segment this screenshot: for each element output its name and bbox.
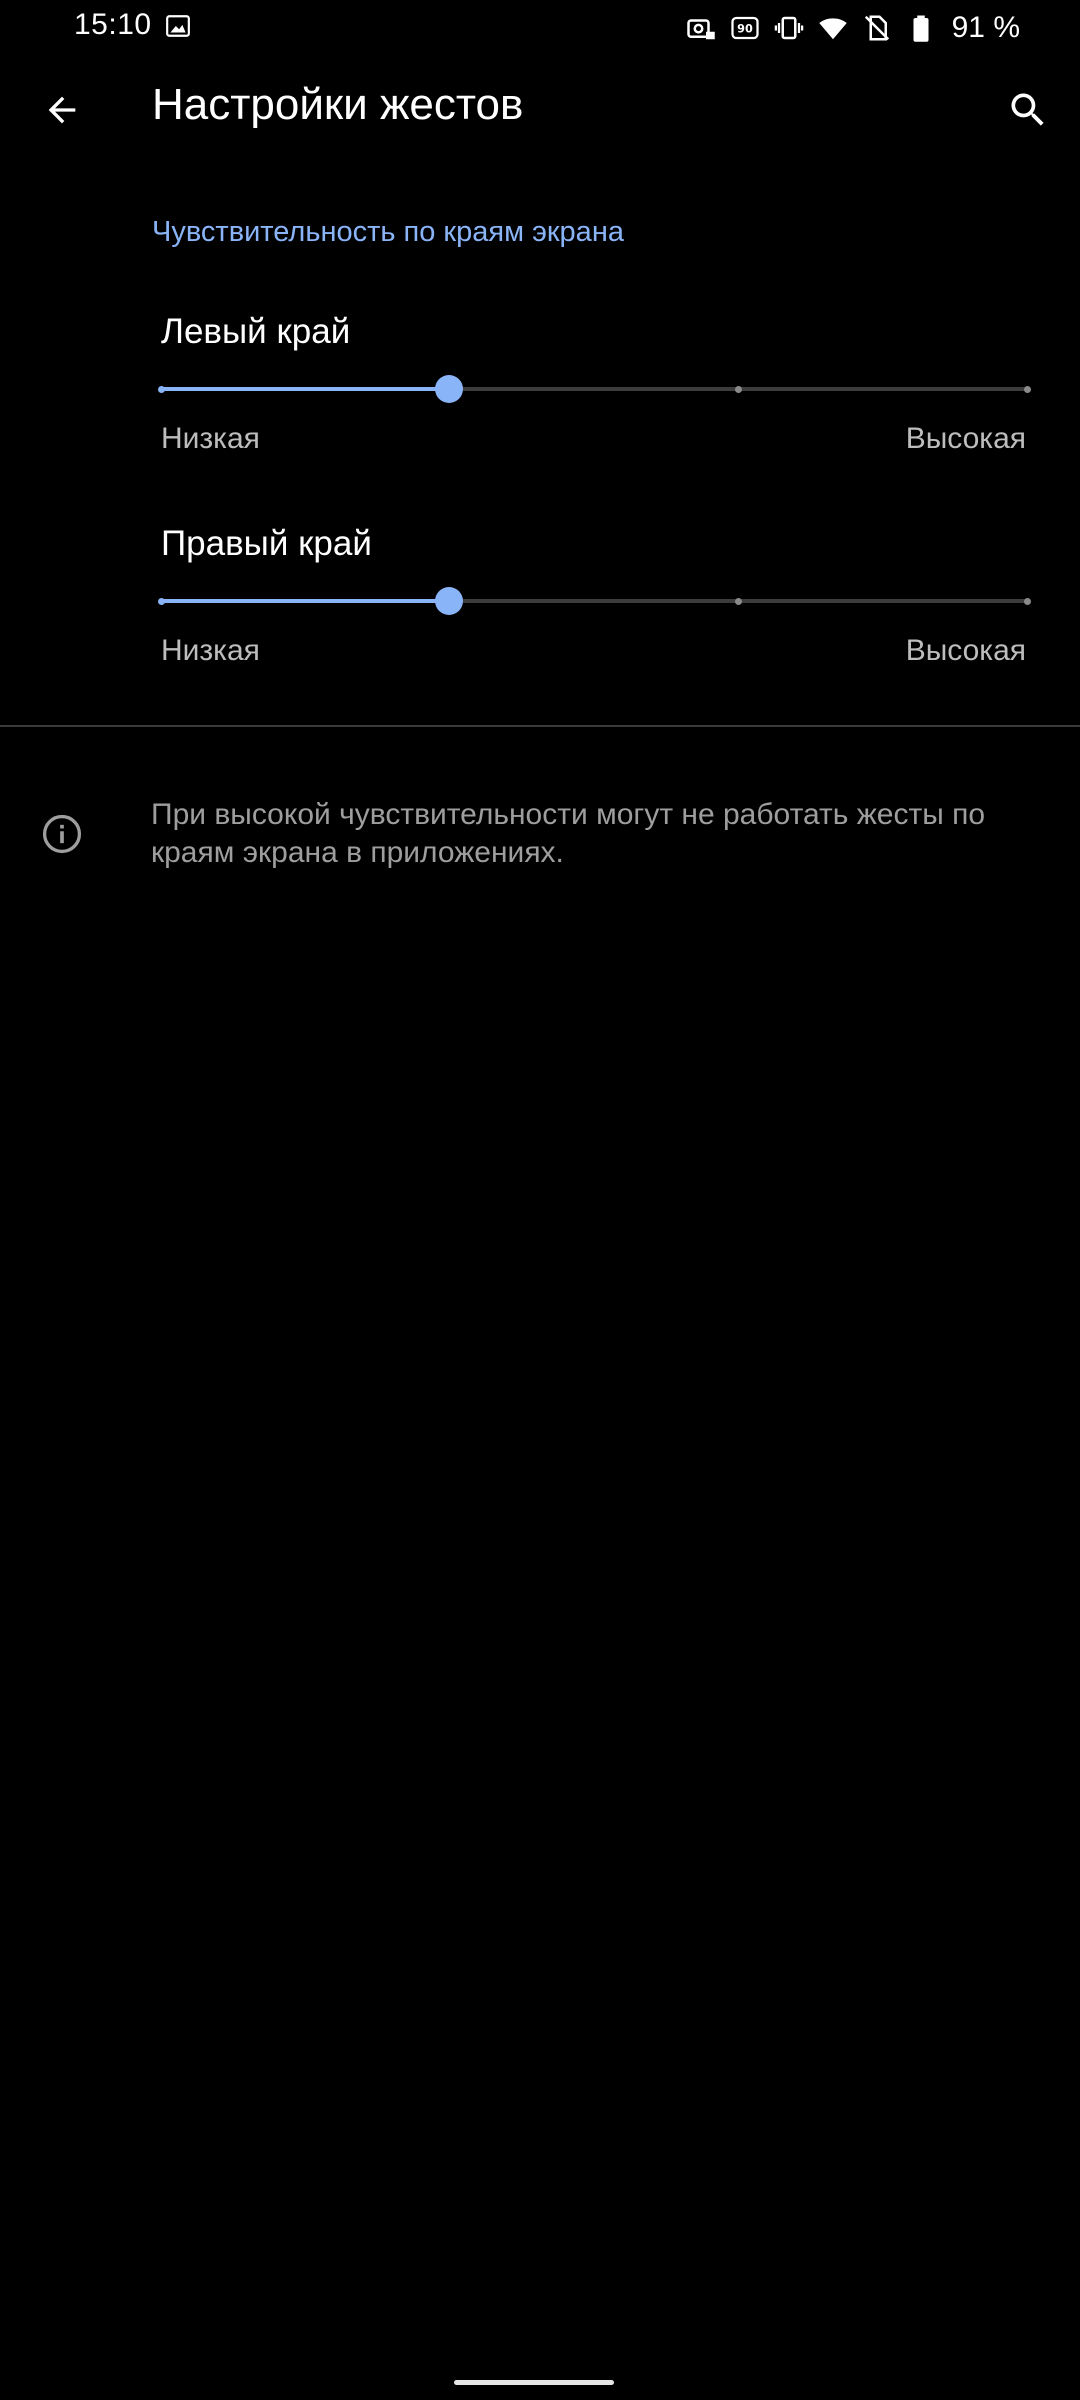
- slider-tick: [735, 598, 743, 605]
- slider-tick: [735, 386, 743, 393]
- image-icon: [165, 13, 191, 39]
- left-edge-slider[interactable]: [158, 374, 1031, 404]
- battery-percent: 91 %: [951, 11, 1020, 44]
- slider-low-label: Низкая: [161, 422, 260, 455]
- slider-high-label: Высокая: [905, 634, 1026, 667]
- info-icon: [40, 812, 84, 856]
- slider-tick: [1024, 598, 1031, 605]
- divider: [0, 725, 1080, 727]
- slider-track-active: [161, 387, 450, 391]
- vibrate-icon: [774, 13, 804, 43]
- search-button[interactable]: [996, 78, 1060, 142]
- page-title: Настройки жестов: [152, 80, 524, 129]
- slider-thumb[interactable]: [435, 375, 464, 403]
- status-bar: 15:10 90 91 %: [0, 0, 1080, 56]
- gesture-nav-handle[interactable]: [454, 2380, 614, 2385]
- slider-tick: [158, 598, 165, 605]
- back-button[interactable]: [30, 78, 94, 142]
- slider-title-left-edge: Левый край: [161, 312, 351, 351]
- slider-thumb[interactable]: [435, 587, 464, 615]
- refresh-rate-90-icon: 90: [730, 13, 760, 43]
- arrow-back-icon: [48, 96, 76, 124]
- status-time: 15:10: [74, 8, 152, 41]
- slider-track-active: [161, 599, 450, 603]
- wifi-icon: [818, 13, 848, 43]
- category-header: Чувствительность по краям экрана: [152, 216, 624, 248]
- slider-tick: [1024, 386, 1031, 393]
- slider-title-right-edge: Правый край: [161, 524, 372, 563]
- right-edge-slider[interactable]: [158, 586, 1031, 616]
- battery-icon: [906, 13, 936, 43]
- camera-lock-icon: [686, 13, 716, 43]
- slider-low-label: Низкая: [161, 634, 260, 667]
- footer-info-text: При высокой чувствительности могут не ра…: [151, 798, 986, 869]
- slider-high-label: Высокая: [905, 422, 1026, 455]
- status-icons: 90 91 %: [686, 8, 1020, 48]
- app-bar: Настройки жестов: [0, 56, 1080, 156]
- no-sim-icon: [862, 13, 892, 43]
- slider-tick: [158, 386, 165, 393]
- svg-text:90: 90: [737, 22, 753, 35]
- search-icon: [1011, 93, 1044, 126]
